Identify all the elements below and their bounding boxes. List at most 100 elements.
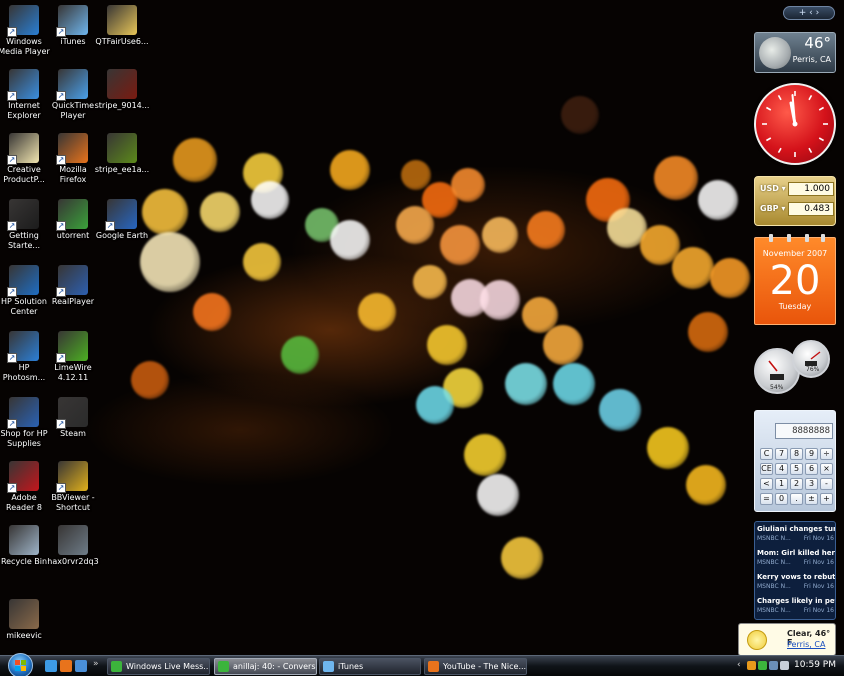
calendar-month: November 2007 (762, 249, 828, 258)
binder-ring (787, 234, 791, 242)
show-desktop-icon[interactable] (45, 660, 57, 672)
cpu-meter-gadget[interactable]: 54% 76% (754, 338, 836, 400)
news-item[interactable]: Charges likely in pet ... MSNBC N... Fri N… (757, 597, 835, 619)
calculator-key[interactable]: ÷ (820, 448, 833, 460)
tray-app-icon[interactable] (747, 661, 756, 670)
desktop-icon-limewire[interactable]: ↗ LimeWire 4.12.11 (41, 328, 105, 392)
taskbar-button-label: anillaj: 40: - Convers... (233, 662, 317, 671)
news-feed-gadget[interactable]: Giuliani changes tun... MSNBC N... Fri Nov… (754, 521, 836, 620)
calculator-key[interactable]: 0 (775, 493, 788, 505)
currency-code-select[interactable]: GBP ▾ (760, 204, 785, 213)
news-headline[interactable]: Mom: Girl killed hers... (757, 549, 835, 557)
firefox-quicklaunch-icon[interactable] (60, 660, 72, 672)
switch-windows-icon[interactable] (75, 660, 87, 672)
desktop-icon-hax[interactable]: hax0rvr2dq3 (41, 522, 105, 586)
news-headline[interactable]: Kerry vows to rebut ... (757, 573, 835, 581)
taskbar-button[interactable]: YouTube - The Nice... (424, 658, 527, 675)
shortcut-arrow-icon: ↗ (56, 155, 66, 165)
desktop-icon-stripe2[interactable]: stripe_ee1a... (90, 130, 154, 194)
currency-code-select[interactable]: USD ▾ (760, 184, 786, 193)
calculator-key[interactable]: + (820, 493, 833, 505)
weather-notification[interactable]: Clear, 46° F Perris, CA (738, 623, 836, 656)
calculator-key[interactable]: . (790, 493, 803, 505)
desktop-icon-label: Google Earth (95, 231, 149, 240)
calculator-key[interactable]: - (820, 478, 833, 490)
news-item[interactable]: Mom: Girl killed hers... MSNBC N... Fri No… (757, 549, 835, 571)
desktop-icon-realplayer[interactable]: ↗ RealPlayer (41, 262, 105, 326)
image-file-icon (107, 69, 137, 99)
currency-gadget[interactable]: USD ▾ 1.000 GBP ▾ 0.483 (754, 176, 836, 226)
calculator-key[interactable]: 8 (790, 448, 803, 460)
calculator-key[interactable]: < (760, 478, 773, 490)
calculator-key[interactable]: = (760, 493, 773, 505)
news-source: MSNBC N... (757, 559, 791, 566)
calculator-key[interactable]: 2 (790, 478, 803, 490)
bokeh-light (710, 258, 750, 298)
news-headline[interactable]: Charges likely in pet ... (757, 597, 835, 605)
binder-ring (821, 234, 825, 242)
tray-expand-icon[interactable]: ‹ (737, 660, 741, 670)
taskbar-app-icon (218, 661, 229, 672)
weather-gadget[interactable]: 46° Perris, CA (754, 32, 836, 73)
bokeh-light (527, 211, 565, 249)
hp-photosmart-icon: ↗ (7, 331, 39, 363)
calculator-key[interactable]: 5 (790, 463, 803, 475)
calculator-key[interactable]: ± (805, 493, 818, 505)
currency-value-field[interactable]: 1.000 (788, 182, 834, 196)
news-source: MSNBC N... (757, 535, 791, 542)
desktop-icon-gearth[interactable]: ↗ Google Earth (90, 196, 154, 260)
desktop-icon-label: QTFairUse6... (95, 37, 149, 46)
shortcut-arrow-icon: ↗ (7, 91, 17, 101)
calculator-key[interactable]: × (820, 463, 833, 475)
quicklaunch-overflow-icon[interactable]: » (93, 659, 99, 669)
start-button[interactable] (8, 653, 33, 676)
taskbar-clock[interactable]: 10:59 PM (794, 660, 836, 670)
bokeh-light (477, 474, 519, 516)
taskbar-button[interactable]: iTunes (319, 658, 421, 675)
calendar-gadget[interactable]: November 2007 20 Tuesday (754, 234, 836, 325)
desktop-icon-label: BBViewer - Shortcut (51, 493, 95, 512)
news-item[interactable]: Kerry vows to rebut ... MSNBC N... Fri Nov… (757, 573, 835, 595)
calculator-key[interactable]: 7 (775, 448, 788, 460)
shortcut-arrow-icon: ↗ (56, 221, 66, 231)
bokeh-light (401, 160, 431, 190)
calculator-key[interactable]: C (760, 448, 773, 460)
limewire-icon: ↗ (56, 331, 88, 363)
clock-gadget[interactable] (754, 83, 836, 165)
calculator-key[interactable]: 3 (805, 478, 818, 490)
news-headline[interactable]: Giuliani changes tun... (757, 525, 835, 533)
sidebar-controls[interactable]: + ‹ › (783, 6, 835, 20)
calculator-key[interactable]: 1 (775, 478, 788, 490)
calculator-key[interactable]: 4 (775, 463, 788, 475)
shortcut-arrow-icon: ↗ (56, 27, 66, 37)
taskbar-button[interactable]: anillaj: 40: - Convers... (214, 658, 317, 675)
taskbar-button[interactable]: Windows Live Mess... (107, 658, 210, 675)
cpu-percent: 54% (770, 384, 784, 391)
realplayer-icon: ↗ (56, 265, 88, 297)
currency-value-field[interactable]: 0.483 (788, 202, 834, 216)
calculator-gadget[interactable]: 8888888 C 7 8 9 ÷ CE 4 5 6 × <1 2 3- = 0. ± + (754, 410, 836, 512)
messenger-tray-icon[interactable] (758, 661, 767, 670)
calculator-key[interactable]: CE (760, 463, 773, 475)
volume-icon[interactable] (780, 661, 789, 670)
bokeh-light (330, 220, 370, 260)
desktop-icon-qtfair[interactable]: QTFairUse6... (90, 2, 154, 66)
desktop-icon-stripe1[interactable]: stripe_9014... (90, 66, 154, 130)
news-item[interactable]: Giuliani changes tun... MSNBC N... Fri Nov… (757, 525, 835, 547)
bokeh-light (396, 206, 434, 244)
weather-location-link[interactable]: Perris, CA (787, 640, 825, 649)
network-icon[interactable] (769, 661, 778, 670)
hp-solution-center-icon: ↗ (7, 265, 39, 297)
quicktime-icon: ↗ (56, 69, 88, 101)
taskbar-button-label: YouTube - The Nice... (443, 662, 527, 671)
bokeh-light (543, 325, 583, 365)
desktop-icon-mikeevic[interactable]: mikeevic (0, 596, 56, 660)
desktop-icon-bbviewer[interactable]: ↗ BBViewer - Shortcut (41, 458, 105, 522)
binder-ring (805, 234, 809, 242)
printer-icon: ↗ (7, 397, 39, 429)
calculator-key[interactable]: 6 (805, 463, 818, 475)
desktop-icon-steam[interactable]: ↗ Steam (41, 394, 105, 458)
calculator-key[interactable]: 9 (805, 448, 818, 460)
news-source: MSNBC N... (757, 607, 791, 614)
desktop-icon-label: hax0rvr2dq3 (47, 557, 99, 566)
